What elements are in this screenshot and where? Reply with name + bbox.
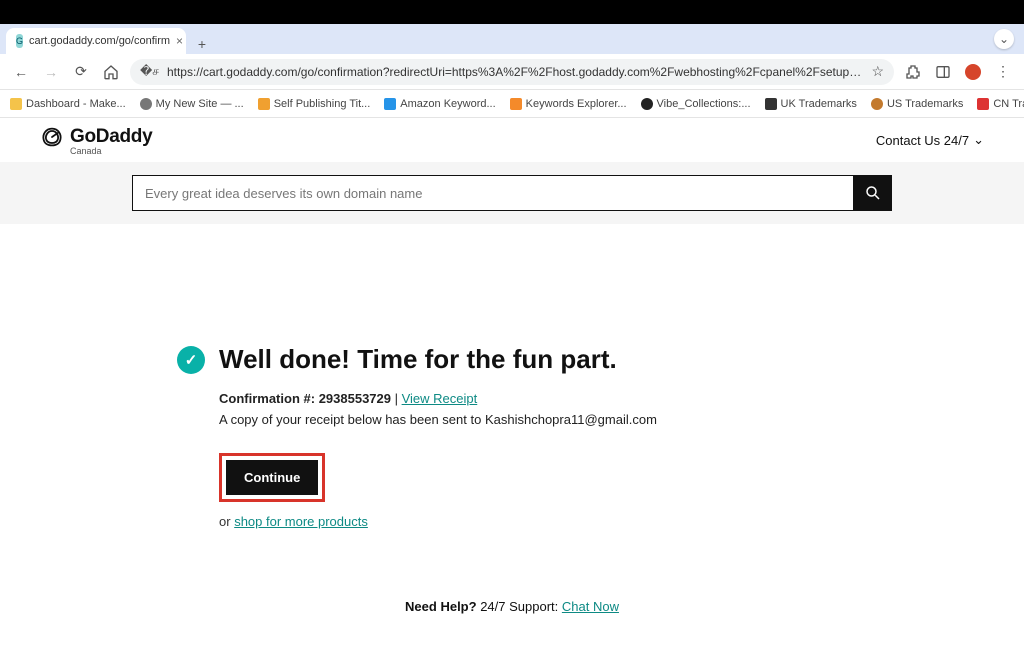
or-shop-row: or shop for more products <box>219 514 847 529</box>
forward-button[interactable]: → <box>40 61 62 83</box>
back-button[interactable]: ← <box>10 61 32 83</box>
bookmarks-bar: Dashboard - Make... My New Site — ... Se… <box>0 90 1024 118</box>
tab-title: cart.godaddy.com/go/confirm <box>29 35 170 47</box>
bookmark-item[interactable]: My New Site — ... <box>140 98 244 110</box>
reload-button[interactable]: ⟳ <box>70 61 92 83</box>
home-button[interactable] <box>100 61 122 83</box>
tabs-menu-button[interactable]: ⌄ <box>994 29 1014 49</box>
url-text: https://cart.godaddy.com/go/confirmation… <box>167 65 863 79</box>
bookmark-item[interactable]: Dashboard - Make... <box>10 98 126 110</box>
browser-tab-active[interactable]: G cart.godaddy.com/go/confirm × <box>6 28 186 54</box>
bookmark-item[interactable]: Keywords Explorer... <box>510 98 627 110</box>
new-tab-button[interactable]: + <box>192 34 212 54</box>
url-bar[interactable]: �ச https://cart.godaddy.com/go/confirmat… <box>130 59 894 85</box>
contact-us-link[interactable]: Contact Us 24/7 ⌄ <box>876 132 984 148</box>
need-help-row: Need Help? 24/7 Support: Chat Now <box>405 599 619 614</box>
search-button[interactable] <box>854 175 892 211</box>
continue-highlight-box: Continue <box>219 453 325 502</box>
success-check-icon: ✓ <box>177 346 205 374</box>
bookmark-item[interactable]: Amazon Keyword... <box>384 98 495 110</box>
receipt-sent-row: A copy of your receipt below has been se… <box>219 412 847 427</box>
confirmation-headline: Well done! Time for the fun part. <box>219 344 617 375</box>
continue-button[interactable]: Continue <box>226 460 318 495</box>
close-icon[interactable]: × <box>176 34 183 48</box>
tab-favicon: G <box>16 34 23 48</box>
search-icon <box>864 184 882 202</box>
browser-tab-strip: G cart.godaddy.com/go/confirm × + ⌄ <box>0 24 1024 54</box>
chat-now-link[interactable]: Chat Now <box>562 599 619 614</box>
chevron-down-icon: ⌄ <box>973 132 984 148</box>
bookmark-item[interactable]: UK Trademarks <box>765 98 857 110</box>
bookmark-item[interactable]: Self Publishing Tit... <box>258 98 371 110</box>
bookmark-star-icon[interactable]: ☆ <box>871 63 884 80</box>
bookmark-item[interactable]: CN Trademarks <box>977 98 1024 110</box>
brand-logo[interactable]: GoDaddy <box>40 125 152 149</box>
shop-more-link[interactable]: shop for more products <box>234 514 368 529</box>
view-receipt-link[interactable]: View Receipt <box>402 391 478 406</box>
confirmation-number-row: Confirmation #: 2938553729 | View Receip… <box>219 391 847 406</box>
domain-search-section: Every great idea deserves its own domain… <box>0 162 1024 224</box>
confirmation-content: ✓ Well done! Time for the fun part. Conf… <box>0 224 1024 614</box>
os-top-bar <box>0 0 1024 24</box>
side-panel-button[interactable] <box>932 61 954 83</box>
bookmark-item[interactable]: US Trademarks <box>871 98 963 110</box>
kebab-menu-icon[interactable]: ⋮ <box>992 61 1014 83</box>
domain-search-input[interactable]: Every great idea deserves its own domain… <box>132 175 854 211</box>
profile-badge[interactable] <box>962 61 984 83</box>
bookmark-item[interactable]: Vibe_Collections:... <box>641 98 751 110</box>
godaddy-mark-icon <box>40 125 64 149</box>
extensions-button[interactable] <box>902 61 924 83</box>
site-header: GoDaddy Canada Contact Us 24/7 ⌄ <box>0 118 1024 162</box>
brand-name: GoDaddy <box>70 126 152 148</box>
site-controls-icon[interactable]: �ச <box>140 64 159 80</box>
browser-toolbar: ← → ⟳ �ச https://cart.godaddy.com/go/con… <box>0 54 1024 90</box>
